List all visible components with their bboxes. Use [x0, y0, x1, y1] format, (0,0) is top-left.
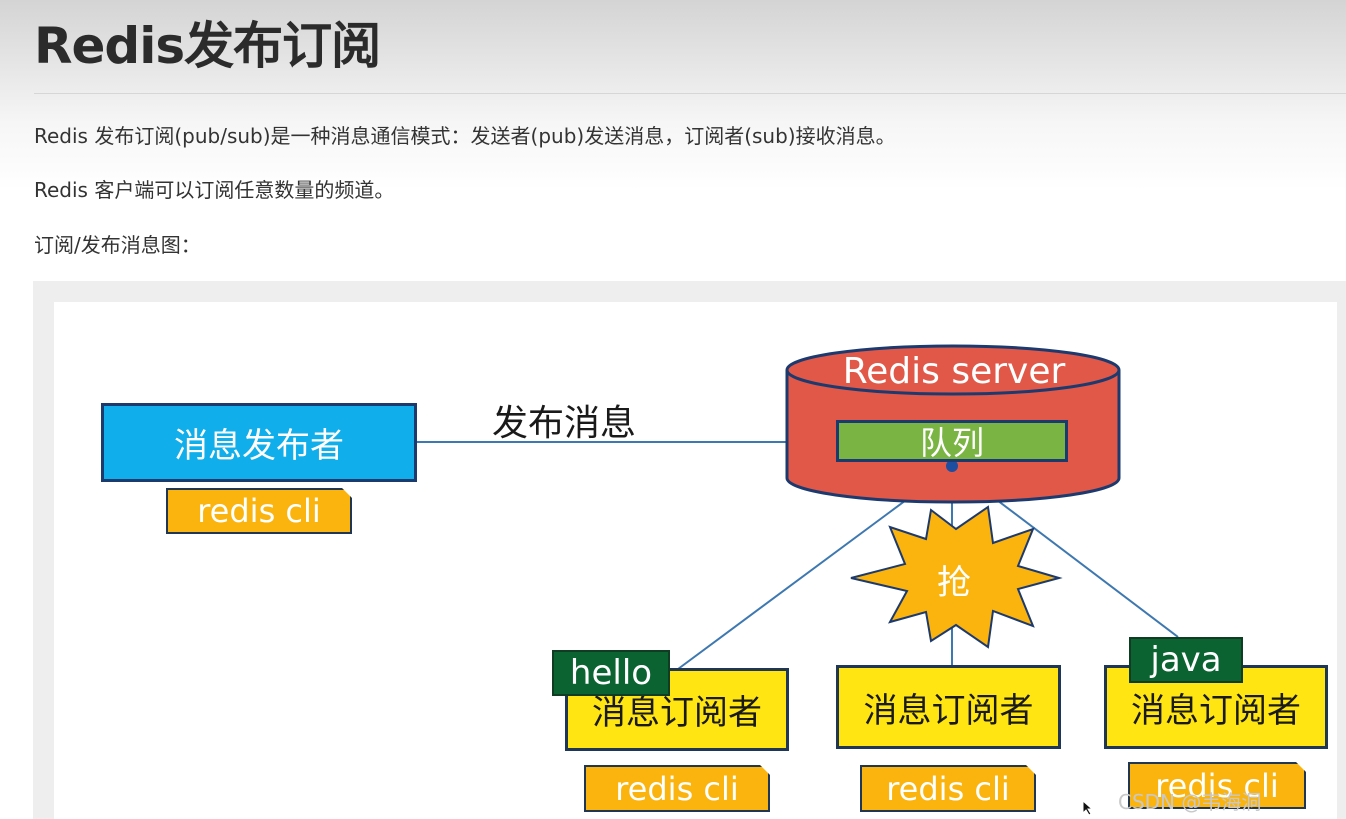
message-tag-java: java — [1129, 637, 1243, 683]
mouse-cursor-icon — [1082, 800, 1094, 816]
queue-box: 队列 — [836, 420, 1068, 462]
publisher-box: 消息发布者 — [101, 403, 417, 482]
publish-label: 发布消息 — [491, 403, 636, 444]
title-divider — [34, 93, 1346, 94]
message-tag-hello: hello — [552, 650, 670, 696]
subscriber-1-redis-cli: redis cli — [584, 765, 770, 812]
subscriber-2-redis-cli: redis cli — [860, 765, 1036, 812]
intro-paragraph: Redis 发布订阅(pub/sub)是一种消息通信模式：发送者(pub)发送消… — [34, 124, 896, 148]
subscriber-box-2: 消息订阅者 — [836, 665, 1061, 749]
page-title: Redis发布订阅 — [34, 17, 381, 75]
redis-server-label: Redis server — [842, 350, 1066, 392]
client-paragraph: Redis 客户端可以订阅任意数量的频道。 — [34, 178, 395, 202]
csdn-watermark: CSDN @韦海洞 — [1118, 790, 1262, 814]
publisher-redis-cli: redis cli — [166, 488, 352, 534]
pubsub-diagram: 消息发布者 redis cli 发布消息 Redis server 队列 抢 消… — [54, 302, 1337, 819]
diagram-caption: 订阅/发布消息图： — [34, 233, 201, 257]
grab-label: 抢 — [937, 562, 971, 603]
